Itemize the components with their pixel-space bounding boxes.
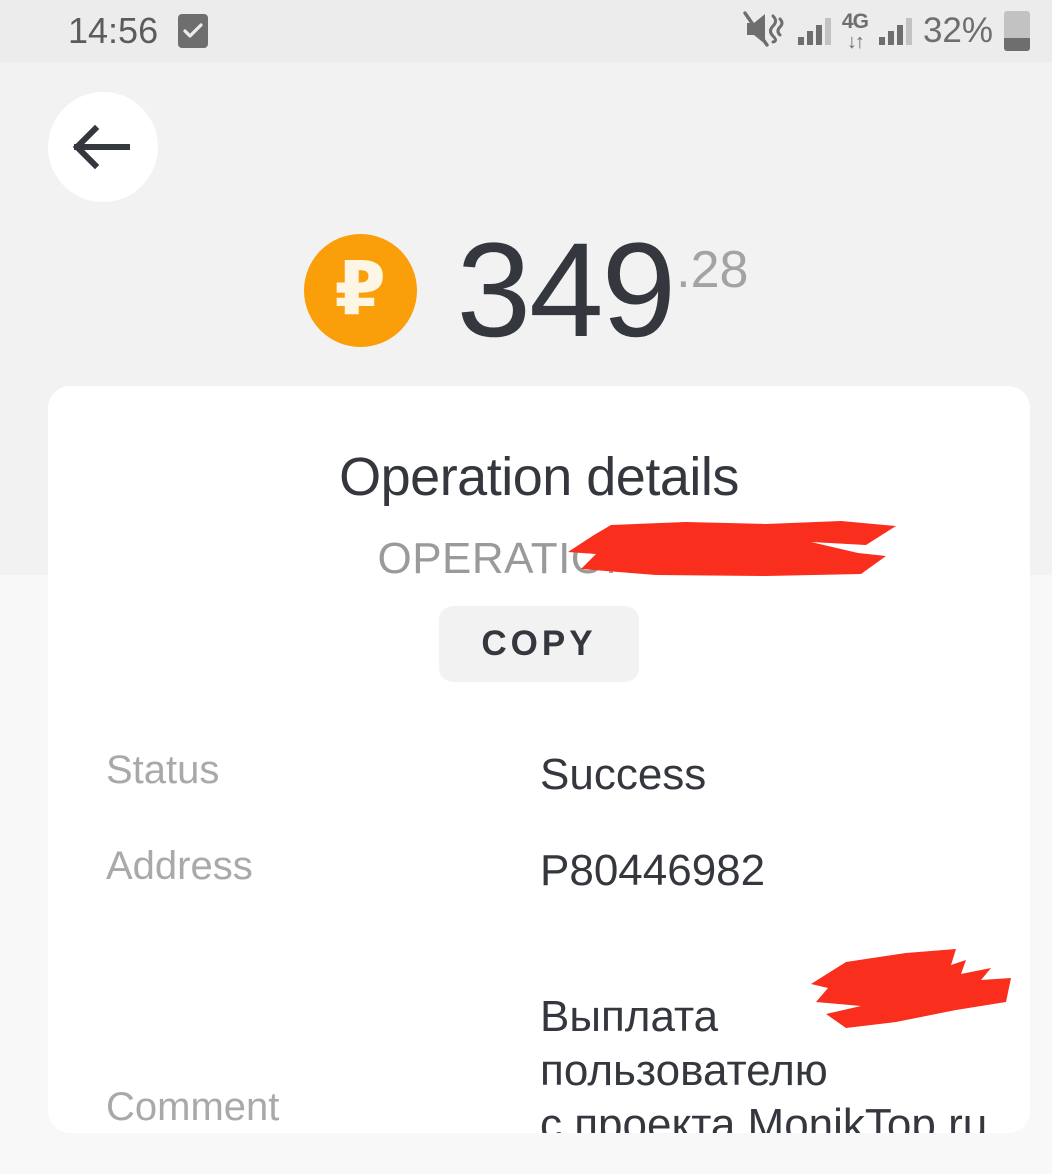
network-type-label: 4G [841,9,869,33]
battery-icon [1004,11,1030,51]
network-type-indicator: 4G ↓↑ [841,9,869,53]
balance-display: ₽ 349 .28 [0,223,1052,357]
checkbox-checked-icon [178,14,209,48]
status-bar: 14:56 4G ↓↑ 32% [0,0,1052,62]
balance-integer-part: 349 [456,215,677,365]
data-transfer-arrows-icon: ↓↑ [846,30,865,53]
status-bar-icons: 4G ↓↑ 32% [743,0,1030,62]
arrow-left-icon [73,124,130,170]
mute-vibrate-icon [743,10,787,53]
signal-bars-icon [797,17,831,45]
status-bar-time: 14:56 [68,10,159,51]
battery-percent-label: 32% [922,11,993,50]
copy-button[interactable]: COPY [439,606,639,682]
detail-value-comment: Выплата пользователю с проекта MonikTop.… [540,992,988,1133]
detail-label-status: Status [106,748,220,792]
operation-id-label: OPERATION #1 [377,534,701,583]
detail-row-comment: Comment Выплата пользователю с проекта M… [48,990,1030,1133]
signal-bars-icon-2 [878,17,912,45]
status-badge: Success [540,750,707,799]
check-glyph [183,23,203,38]
back-button[interactable] [48,92,158,202]
detail-value-address: P80446982 [540,846,766,895]
operation-details-card: Operation details OPERATION #1 COPY Stat… [48,386,1030,1133]
details-list: Status Success Address P80446982 Comment… [48,748,1030,1133]
ruble-coin-icon: ₽ [303,234,417,347]
detail-label-address: Address [106,844,253,888]
page-title: Operation details [339,447,739,507]
detail-row-address: Address P80446982 [48,844,1030,990]
detail-label-comment: Comment [106,1085,280,1129]
balance-fraction-part: .28 [676,241,749,299]
detail-row-status: Status Success [48,748,1030,844]
copy-button-row: COPY [48,606,1030,682]
ruble-symbol: ₽ [334,245,386,332]
